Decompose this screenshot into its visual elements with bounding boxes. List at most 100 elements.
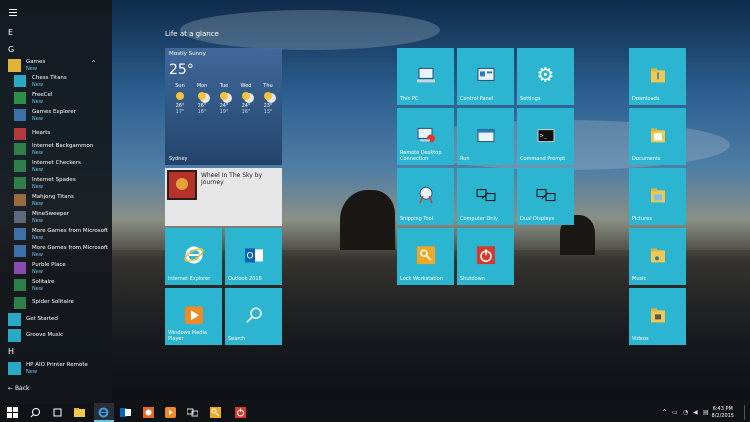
internet-explorer-icon[interactable] xyxy=(98,407,109,418)
app-item-spider-solitaire[interactable]: Spider Solitaire xyxy=(8,296,108,313)
internet-explorer-icon xyxy=(183,246,204,263)
search-icon xyxy=(245,306,262,323)
chevron-up-icon[interactable]: ^ xyxy=(91,60,96,67)
run-tile[interactable]: Run xyxy=(457,108,514,165)
app-item-games[interactable]: Games New ^ xyxy=(8,58,108,75)
app-item-more-games[interactable]: More Games from Microsoft New xyxy=(8,244,108,261)
videos-folder-icon xyxy=(650,307,665,322)
backgammon-icon xyxy=(14,143,26,155)
windows-media-player-tile[interactable]: Windows Media Player xyxy=(165,288,222,345)
app-item-groove-music[interactable]: Groove Music xyxy=(8,328,108,345)
background-rock xyxy=(340,190,395,250)
weather-forecast: Sun 26° 17° Mon 26° 16° Tue 24° 19° Wed 24°… xyxy=(169,83,279,115)
internet-explorer-tile[interactable]: Internet Explorer xyxy=(165,228,222,285)
remote-desktop-tile[interactable]: Remote Desktop Connection xyxy=(397,108,454,165)
forecast-day: Tue 24° 19° xyxy=(219,83,229,115)
more-games-icon xyxy=(14,228,26,240)
hearts-icon xyxy=(14,128,26,140)
app-item-more-games[interactable]: More Games from Microsoft New xyxy=(8,227,108,244)
solitaire-icon xyxy=(14,279,26,291)
back-button[interactable]: ← Back xyxy=(8,385,30,392)
music-folder-tile[interactable]: Music xyxy=(629,228,686,285)
lock-workstation-tile[interactable]: Lock Workstation xyxy=(397,228,454,285)
partly-cloudy-icon xyxy=(220,92,228,100)
app-item-purble-place[interactable]: Purble Place New xyxy=(8,261,108,278)
display-icon[interactable] xyxy=(187,407,198,418)
volume-icon[interactable]: ◀ xyxy=(693,409,698,416)
letter-header-e[interactable]: E xyxy=(8,28,13,37)
checkers-icon xyxy=(14,160,26,172)
battery-icon[interactable]: ▭ xyxy=(672,409,678,416)
downloads-folder-icon xyxy=(650,67,665,82)
outlook-tile[interactable]: O Outlook 2016 xyxy=(225,228,282,285)
windows-start-icon[interactable] xyxy=(7,407,18,418)
letter-header-g[interactable]: G xyxy=(8,45,14,54)
command-prompt-tile[interactable]: >_ Command Prompt xyxy=(517,108,574,165)
app-item-hp-aio-printer-remote[interactable]: HP AIO Printer Remote New xyxy=(8,361,108,378)
svg-text:O: O xyxy=(246,251,253,261)
taskbar-clock[interactable]: 6:43 PM 8/2/2015 xyxy=(712,406,734,420)
search-tile[interactable]: Search xyxy=(225,288,282,345)
key-icon[interactable] xyxy=(210,407,221,418)
app-item-minesweeper[interactable]: MineSweeper New xyxy=(8,210,108,227)
control-panel-tile[interactable]: Control Panel xyxy=(457,48,514,105)
pictures-tile[interactable]: Pictures xyxy=(629,168,686,225)
app-item-mahjong-titans[interactable]: Mahjong Titans New xyxy=(8,193,108,210)
sun-icon xyxy=(176,92,184,100)
dual-displays-tile[interactable]: Dual Displays xyxy=(517,168,574,225)
forecast-day: Thu 23° 13° xyxy=(263,83,273,115)
network-icon[interactable]: ◔ xyxy=(683,409,688,416)
power-icon xyxy=(476,245,495,264)
weather-condition: Mostly Sunny xyxy=(169,51,206,57)
weather-tile[interactable]: Mostly Sunny 25° Sun 26° 17° Mon 26° 16° T… xyxy=(165,48,282,165)
taskbar: ^ ▭ ◔ ◀ ▤ 6:43 PM 8/2/2015 xyxy=(0,403,750,422)
action-center-icon[interactable]: ▤ xyxy=(703,409,709,416)
album-art xyxy=(167,170,197,200)
app-item-freecel[interactable]: FreeCel New xyxy=(8,91,108,108)
app-item-solitaire[interactable]: Solitaire New xyxy=(8,278,108,295)
groove-music-icon xyxy=(8,329,21,342)
weather-temperature: 25° xyxy=(169,62,194,78)
shutdown-tile[interactable]: Shutdown xyxy=(457,228,514,285)
app-item-get-started[interactable]: Get Started xyxy=(8,312,108,329)
outlook-icon[interactable] xyxy=(120,407,131,418)
folder-icon xyxy=(8,59,21,72)
music-tile[interactable]: Wheel In The Sky by Journey xyxy=(165,168,282,226)
hamburger-menu-icon[interactable] xyxy=(9,9,17,16)
documents-tile[interactable]: Documents xyxy=(629,108,686,165)
chevron-up-icon[interactable]: ^ xyxy=(662,409,667,416)
cards-icon xyxy=(14,92,26,104)
background-cloud xyxy=(180,10,440,50)
letter-header-h[interactable]: H xyxy=(8,347,14,356)
search-icon[interactable] xyxy=(30,407,41,418)
scissors-icon xyxy=(418,186,433,203)
app-icon[interactable] xyxy=(143,407,154,418)
partly-cloudy-icon xyxy=(198,92,206,100)
tile-group-label[interactable]: Life at a glance xyxy=(165,30,219,38)
app-item-internet-checkers[interactable]: Internet Checkers New xyxy=(8,159,108,176)
downloads-tile[interactable]: Downloads xyxy=(629,48,686,105)
settings-tile[interactable]: ⚙ Settings xyxy=(517,48,574,105)
control-panel-icon xyxy=(477,67,494,81)
run-icon xyxy=(477,128,494,142)
start-app-list: E G Games New ^ Chess Titans New FreeCel… xyxy=(0,0,112,403)
this-pc-tile[interactable]: This PC xyxy=(397,48,454,105)
media-player-icon[interactable] xyxy=(165,407,176,418)
command-prompt-icon: >_ xyxy=(537,128,554,142)
app-item-games-explorer[interactable]: Games Explorer New xyxy=(8,108,108,125)
snipping-tool-tile[interactable]: Snipping Tool xyxy=(397,168,454,225)
file-explorer-icon[interactable] xyxy=(74,407,85,418)
computer-icon xyxy=(416,67,435,82)
app-item-internet-backgammon[interactable]: Internet Backgammon New xyxy=(8,142,108,159)
spider-icon xyxy=(14,297,26,309)
videos-tile[interactable]: Videos xyxy=(629,288,686,345)
app-item-internet-spades[interactable]: Internet Spades New xyxy=(8,176,108,193)
documents-folder-icon xyxy=(650,127,665,142)
partly-cloudy-icon xyxy=(242,92,250,100)
spades-icon xyxy=(14,177,26,189)
power-icon[interactable] xyxy=(235,407,246,418)
app-item-chess-titans[interactable]: Chess Titans New xyxy=(8,74,108,91)
computer-only-tile[interactable]: Computer Only xyxy=(457,168,514,225)
task-view-icon[interactable] xyxy=(52,407,63,418)
show-desktop-button[interactable] xyxy=(744,405,747,420)
